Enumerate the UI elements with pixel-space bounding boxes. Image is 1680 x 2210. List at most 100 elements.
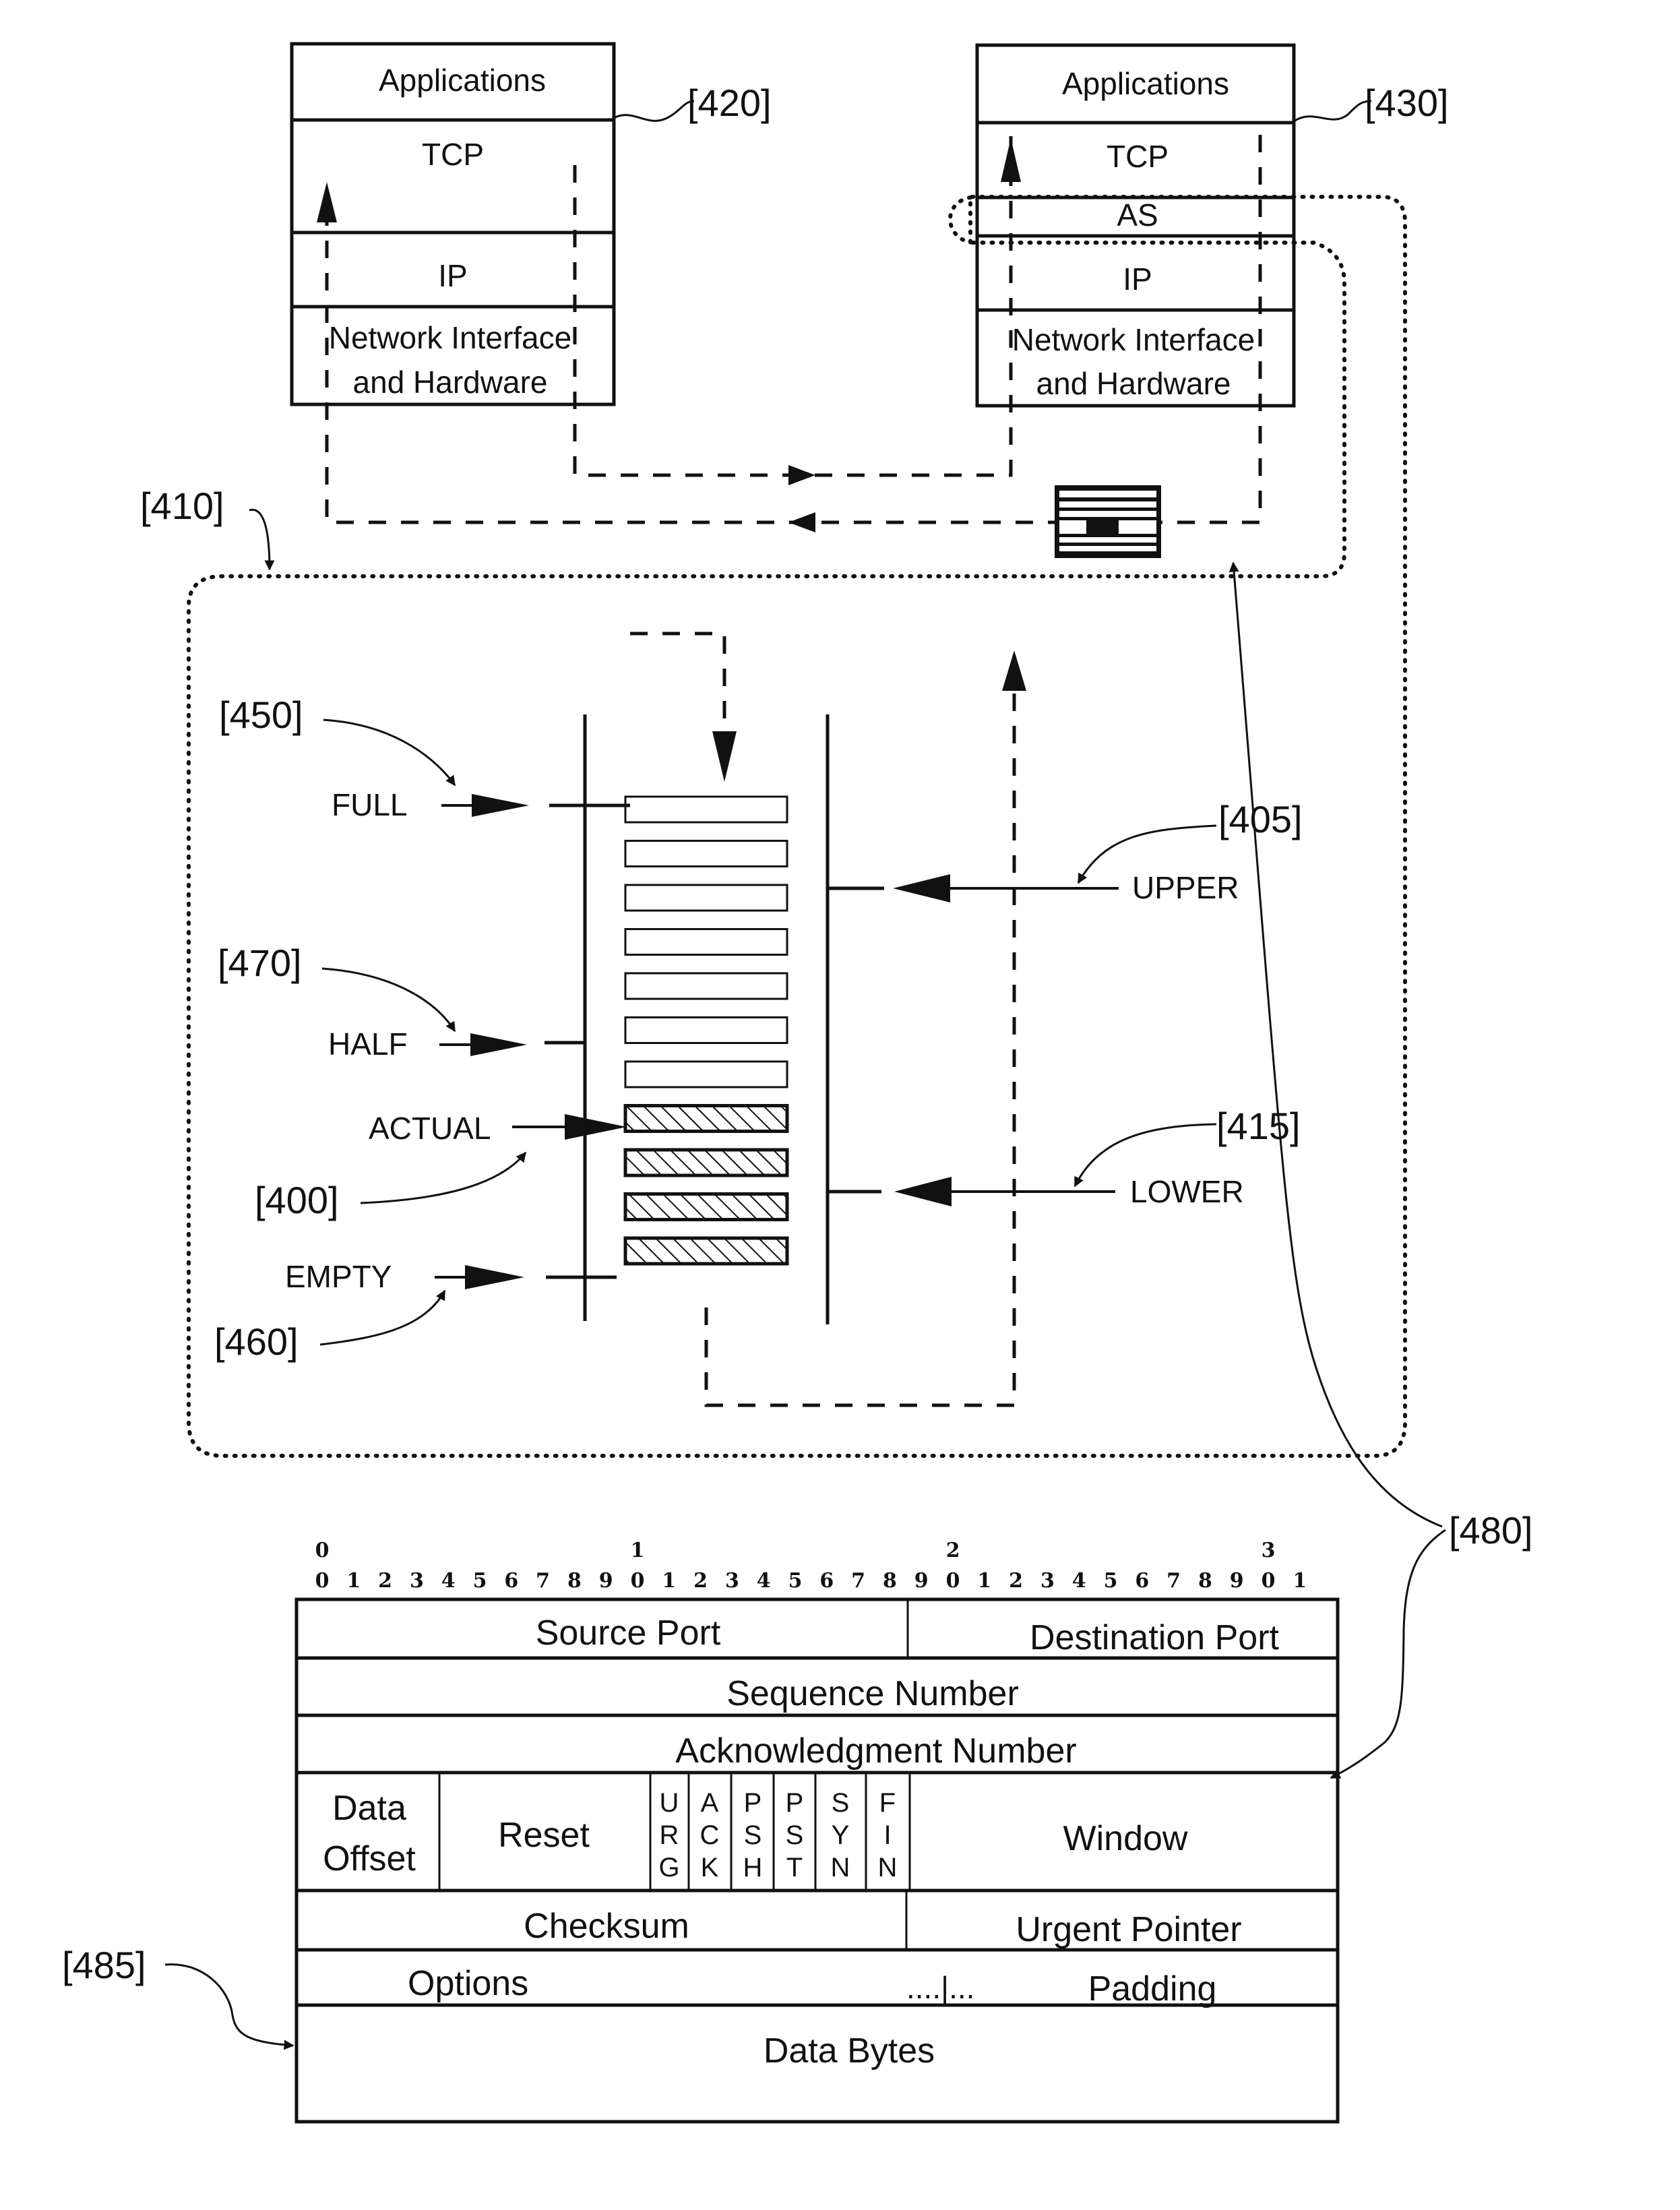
flag-ack: ACK (700, 1788, 720, 1882)
bit-ruler-tens-digit: 0 (315, 1539, 330, 1562)
right-protocol-stack: Applications TCP AS IP Network Interface… (975, 43, 1449, 408)
arrow-right-icon (788, 465, 815, 485)
tcp-packet-icon (1055, 485, 1161, 558)
marker-actual-label: ACTUAL (369, 1111, 491, 1146)
ref-leader-485 (164, 1963, 294, 2050)
flag-letter: T (786, 1853, 803, 1882)
bit-ruler-digit: 7 (536, 1569, 550, 1593)
flag-letter: P (744, 1788, 762, 1818)
buffer-slot-empty (624, 928, 788, 956)
bit-ruler-digit: 4 (1072, 1569, 1086, 1593)
bit-ruler-digit: 0 (631, 1569, 645, 1593)
left-protocol-stack: Applications TCP IP Network Interface an… (290, 42, 772, 406)
field-options: Options (408, 1964, 528, 2003)
arrow-right-icon (470, 1033, 527, 1056)
field-reset: Reset (498, 1816, 590, 1855)
marker-empty-label: EMPTY (285, 1259, 392, 1294)
ref-400: [400] (255, 1179, 339, 1221)
bit-ruler-digit: 5 (788, 1569, 803, 1593)
flag-letter: I (883, 1820, 891, 1850)
bit-ruler-digit: 9 (1230, 1569, 1244, 1593)
bit-ruler-digit: 1 (977, 1569, 991, 1593)
left-layer-applications: Applications (379, 63, 546, 98)
flag-letter: K (701, 1853, 719, 1882)
ref-410: [410] (140, 485, 224, 527)
flag-letter: H (743, 1853, 763, 1882)
left-layer-ip: IP (438, 258, 467, 293)
bit-ruler-digit: 7 (1166, 1569, 1181, 1593)
marker-full-label: FULL (332, 787, 407, 822)
ref-420: [420] (687, 82, 772, 124)
arrow-up-icon (1002, 650, 1026, 691)
bit-ruler-digit: 2 (693, 1569, 708, 1593)
field-data-offset-line1: Data (332, 1789, 406, 1828)
buffer-slot-empty (624, 884, 788, 912)
field-data-offset-line2: Offset (323, 1839, 416, 1878)
ref-leader-410 (249, 508, 275, 571)
ref-leader-400 (360, 1151, 527, 1204)
flag-letter: R (660, 1820, 679, 1850)
field-padding: Padding (1088, 1969, 1217, 2008)
ref-leader-480-to-header (1330, 1529, 1446, 1779)
ref-430: [430] (1365, 82, 1449, 124)
field-acknowledgment-number: Acknowledgment Number (675, 1731, 1076, 1771)
arrow-right-icon (472, 794, 529, 817)
ref-470: [470] (218, 942, 302, 984)
bit-ruler-tens-digit: 3 (1262, 1539, 1276, 1562)
flow-left-to-right (573, 135, 1013, 477)
bit-ruler-digit: 1 (662, 1569, 676, 1593)
field-data-bytes: Data Bytes (764, 2031, 935, 2070)
options-padding-separator: ....|... (906, 1970, 974, 2005)
control-flags: URGACKPSHPSTSYNFIN (658, 1788, 897, 1882)
buffer-slot-empty (624, 1016, 788, 1044)
buffer-slots (623, 795, 789, 1266)
ref-leader-460 (319, 1289, 446, 1346)
right-layer-tcp: TCP (1107, 139, 1169, 174)
bit-ruler-digit: 2 (1009, 1569, 1023, 1593)
bit-ruler-digit: 6 (1135, 1569, 1149, 1593)
bit-ruler-digit: 5 (1104, 1569, 1118, 1593)
bit-ruler-digit: 0 (946, 1569, 960, 1593)
ref-415: [415] (1216, 1105, 1301, 1147)
bit-ruler-digit: 1 (346, 1569, 361, 1593)
arrow-right-icon (565, 1114, 627, 1140)
bit-ruler-digit: 5 (473, 1569, 487, 1593)
flag-letter: G (658, 1853, 679, 1882)
field-source-port: Source Port (536, 1614, 721, 1653)
flag-letter: S (786, 1820, 804, 1850)
arrow-right-icon (465, 1265, 524, 1289)
ref-460: [460] (214, 1320, 299, 1363)
bit-ruler-digit: 9 (599, 1569, 613, 1593)
bit-ruler-digit: 3 (1040, 1569, 1055, 1593)
ref-leader-450 (323, 718, 456, 787)
bit-ruler-digit: 7 (851, 1569, 865, 1593)
bit-ruler-digit: 2 (378, 1569, 392, 1593)
buffer-slot-filled (623, 1236, 789, 1266)
field-destination-port: Destination Port (1030, 1618, 1280, 1657)
field-urgent-pointer: Urgent Pointer (1016, 1910, 1241, 1949)
buffer-queue: FULL [450] HALF [470] ACTUAL [400] EMPTY… (214, 632, 1303, 1407)
flag-letter: S (744, 1820, 762, 1850)
flag-letter: N (878, 1853, 898, 1882)
flag-letter: F (879, 1788, 896, 1818)
flag-urg: URG (658, 1788, 679, 1882)
bit-ruler-digit: 3 (410, 1569, 424, 1593)
buffer-slot-filled (623, 1192, 789, 1221)
ref-480: [480] (1449, 1509, 1533, 1552)
flag-psh: PSH (743, 1788, 763, 1882)
ref-leader-480-to-packet (1228, 561, 1443, 1528)
buffer-slot-filled (623, 1104, 789, 1133)
flag-letter: S (832, 1788, 850, 1818)
right-layer-hardware: and Hardware (1036, 366, 1231, 401)
marker-upper-label: UPPER (1132, 870, 1239, 905)
ref-leader-470 (321, 967, 456, 1033)
right-layer-ip: IP (1123, 262, 1152, 297)
arrow-left-icon (893, 874, 950, 902)
arrow-up-icon (317, 182, 337, 222)
arrow-up-icon (1001, 138, 1021, 182)
bit-ruler-digit: 8 (567, 1569, 582, 1593)
ref-405: [405] (1218, 798, 1303, 840)
marker-lower-label: LOWER (1130, 1174, 1244, 1209)
bit-ruler: 0 1 2 3 4 5 6 7 8 9 0 1 2 3 4 5 6 7 8 9 0 1 2 3 4 5 6 7 8 9 0 10 1 2 3 (315, 1539, 1307, 1593)
flag-letter: A (701, 1788, 719, 1818)
